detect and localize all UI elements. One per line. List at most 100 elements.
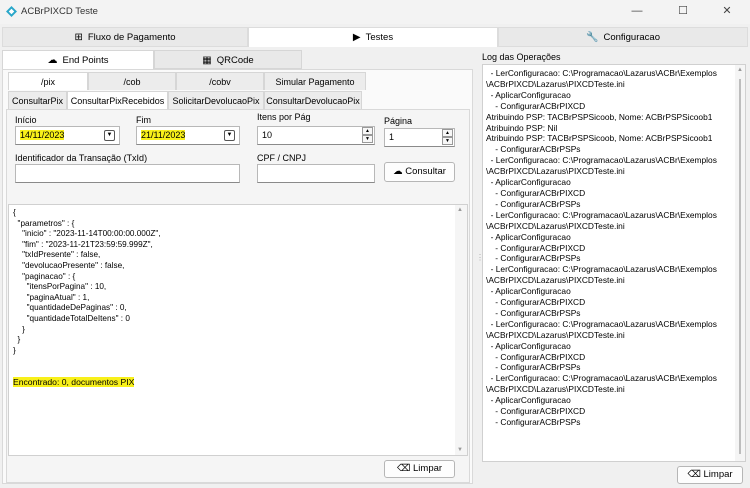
pagina-value: 1 — [389, 132, 395, 142]
qrcode-icon: ▦ — [202, 55, 212, 66]
limpar-result-button[interactable]: ⌫ Limpar — [384, 460, 455, 478]
tab-cobv[interactable]: /cobv — [176, 72, 264, 90]
cloud-icon: ☁ — [47, 55, 58, 66]
tab-consultar-pix[interactable]: ConsultarPix — [8, 91, 67, 109]
spin-up-icon[interactable]: ▲ — [442, 129, 453, 137]
log-line: - ConfigurarACBrPIXCD — [486, 351, 586, 362]
txid-label: Identificador da Transação (TxId) — [15, 153, 148, 163]
maximize-button[interactable]: ☐ — [660, 0, 706, 24]
log-line: \ACBrPIXCD\Lazarus\PIXCDTeste.ini — [486, 220, 625, 231]
log-lines: - LerConfiguracao: C:\Programacao\Lazaru… — [486, 68, 717, 428]
tab-label: Fluxo de Pagamento — [87, 32, 176, 43]
log-line: Atribuindo PSP: TACBrPSPSicoob, Nome: AC… — [486, 111, 713, 122]
log-line: - LerConfiguracao: C:\Programacao\Lazaru… — [486, 68, 717, 78]
log-line: - ConfigurarACBrPIXCD — [486, 242, 586, 253]
log-line: - ConfigurarACBrPSPs — [486, 417, 581, 427]
tab-qrcode[interactable]: ▦ QRCode — [154, 50, 302, 69]
log-line: - ConfigurarACBrPSPs — [486, 198, 581, 209]
log-title: Log das Operações — [482, 52, 561, 62]
log-line: - LerConfiguracao: C:\Programacao\Lazaru… — [486, 264, 717, 275]
close-button[interactable]: ✕ — [704, 0, 750, 24]
scroll-down-icon[interactable]: ▼ — [457, 447, 463, 453]
log-line: - AplicarConfiguracao — [486, 231, 571, 242]
tab-label: End Points — [62, 55, 109, 66]
title-bar: ACBrPIXCD Teste — ☐ ✕ — [0, 0, 750, 24]
log-scrollbar[interactable]: ▲ — [735, 65, 745, 461]
scroll-thumb[interactable] — [739, 79, 741, 454]
tab-consultar-pix-recebidos[interactable]: ConsultarPixRecebidos — [67, 91, 168, 109]
log-line: - ConfigurarACBrPSPs — [486, 307, 581, 318]
window-title: ACBrPIXCD Teste — [21, 6, 98, 17]
log-line: - ConfigurarACBrPSPs — [486, 144, 581, 155]
chevron-down-icon[interactable]: ▼ — [104, 130, 115, 141]
log-line: - AplicarConfiguracao — [486, 89, 571, 100]
wrench-icon: 🔧 — [586, 32, 599, 43]
result-memo[interactable]: { "parametros" : { "inicio" : "2023-11-1… — [8, 204, 468, 456]
log-line: \ACBrPIXCD\Lazarus\PIXCDTeste.ini — [486, 166, 625, 177]
cpf-cnpj-label: CPF / CNPJ — [257, 153, 307, 163]
tab-label: QRCode — [216, 55, 254, 66]
tab-cob[interactable]: /cob — [88, 72, 176, 90]
pagina-field[interactable]: 1 ▲ ▼ — [384, 128, 455, 147]
log-memo[interactable]: - LerConfiguracao: C:\Programacao\Lazaru… — [482, 64, 746, 462]
log-line: Atribuindo PSP: Nil — [486, 122, 558, 133]
fim-date-field[interactable]: 21/11/2023 ▼ — [136, 126, 240, 145]
tab-simular-pagamento[interactable]: Simular Pagamento — [264, 72, 366, 90]
log-line: - AplicarConfiguracao — [486, 286, 571, 297]
limpar-label: Limpar — [703, 469, 733, 480]
log-line: Atribuindo PSP: TACBrPSPSicoob, Nome: AC… — [486, 133, 713, 144]
log-line: - ConfigurarACBrPIXCD — [486, 297, 586, 308]
app-logo-icon — [6, 6, 17, 17]
tab-label: Configuracao — [603, 32, 660, 43]
tab-pix[interactable]: /pix — [8, 72, 88, 90]
spin-down-icon[interactable]: ▼ — [442, 137, 453, 145]
inicio-date-field[interactable]: 14/11/2023 ▼ — [15, 126, 120, 145]
spin-down-icon[interactable]: ▼ — [362, 135, 373, 143]
log-line: - AplicarConfiguracao — [486, 395, 571, 406]
tab-testes[interactable]: ▶ Testes — [248, 27, 498, 47]
log-line: - ConfigurarACBrPIXCD — [486, 187, 586, 198]
eraser-icon: ⌫ — [687, 469, 701, 480]
pagina-label: Página — [384, 116, 413, 126]
consultar-label: Consultar — [405, 166, 446, 177]
fim-date-value: 21/11/2023 — [141, 130, 186, 140]
cpf-cnpj-input[interactable] — [257, 164, 375, 183]
eraser-icon: ⌫ — [396, 463, 411, 474]
scroll-up-icon[interactable]: ▲ — [457, 207, 463, 213]
scroll-up-icon[interactable]: ▲ — [737, 67, 743, 73]
limpar-log-button[interactable]: ⌫ Limpar — [677, 466, 743, 484]
minimize-button[interactable]: — — [614, 0, 660, 24]
log-line: \ACBrPIXCD\Lazarus\PIXCDTeste.ini — [486, 275, 625, 286]
chevron-down-icon[interactable]: ▼ — [224, 130, 235, 141]
fim-label: Fim — [136, 115, 151, 125]
tab-fluxo-pagamento[interactable]: ⊞ Fluxo de Pagamento — [2, 27, 248, 47]
log-line: \ACBrPIXCD\Lazarus\PIXCDTeste.ini — [486, 78, 625, 89]
inicio-date-value: 14/11/2023 — [20, 130, 65, 140]
cloud-icon: ☁ — [393, 166, 403, 177]
diagram-icon: ⊞ — [74, 32, 83, 43]
tab-solicitar-devolucao-pix[interactable]: SolicitarDevolucaoPix — [168, 91, 264, 109]
itens-por-pag-field[interactable]: 10 ▲ ▼ — [257, 126, 375, 145]
log-line: - AplicarConfiguracao — [486, 340, 571, 351]
inicio-label: Início — [15, 115, 37, 125]
log-line: - ConfigurarACBrPIXCD — [486, 406, 586, 417]
json-result-text: { "parametros" : { "inicio" : "2023-11-1… — [13, 208, 161, 355]
itens-por-pag-label: Itens por Pág — [257, 112, 311, 122]
log-line: - LerConfiguracao: C:\Programacao\Lazaru… — [486, 318, 717, 329]
log-line: - ConfigurarACBrPSPs — [486, 362, 581, 373]
log-line: - ConfigurarACBrPSPs — [486, 253, 581, 264]
txid-input[interactable] — [15, 164, 240, 183]
tab-consultar-devolucao-pix[interactable]: ConsultarDevolucaoPix — [264, 91, 362, 109]
log-line: - LerConfiguracao: C:\Programacao\Lazaru… — [486, 373, 717, 384]
spin-up-icon[interactable]: ▲ — [362, 127, 373, 135]
result-scrollbar[interactable]: ▲ ▼ — [455, 205, 467, 455]
tab-label: Testes — [365, 32, 394, 43]
splitter-handle[interactable]: ⋮ — [476, 254, 484, 275]
consultar-button[interactable]: ☁ Consultar — [384, 162, 455, 182]
tab-end-points[interactable]: ☁ End Points — [2, 50, 154, 69]
tab-configuracao[interactable]: 🔧 Configuracao — [498, 27, 748, 47]
log-line: - AplicarConfiguracao — [486, 177, 571, 188]
limpar-label: Limpar — [413, 463, 443, 474]
found-status-text: Encontrado: 0, documentos PIX — [13, 377, 135, 387]
log-line: - LerConfiguracao: C:\Programacao\Lazaru… — [486, 155, 717, 166]
